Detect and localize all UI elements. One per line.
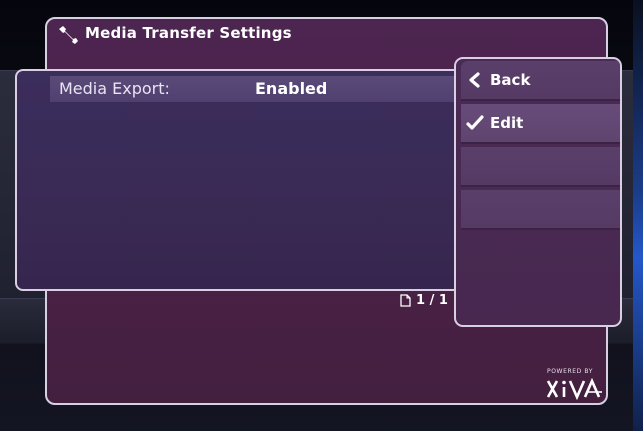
side-menu: Back Edit	[454, 57, 622, 327]
screen: Media Transfer Settings Media Export: En…	[0, 0, 643, 431]
menu-slot-empty-1	[461, 147, 620, 187]
list-item-media-export[interactable]: Media Export: Enabled	[50, 76, 470, 102]
settings-list: Media Export: Enabled	[15, 69, 475, 291]
menu-slot-empty-2	[461, 190, 620, 230]
window-title: Media Transfer Settings	[85, 24, 292, 42]
edit-button[interactable]: Edit	[461, 104, 620, 144]
setting-label: Media Export:	[59, 79, 170, 98]
logo-mark	[546, 378, 602, 400]
wrench-icon	[59, 26, 78, 44]
back-button-label: Back	[490, 71, 531, 89]
xiva-logo: POWERED BY	[545, 368, 605, 402]
logo-tagline: POWERED BY	[547, 368, 594, 375]
desktop-edge-strip	[633, 0, 643, 431]
checkmark-icon	[466, 115, 484, 130]
back-button[interactable]: Back	[461, 61, 620, 101]
setting-value: Enabled	[255, 79, 328, 98]
chevron-left-icon	[469, 72, 480, 88]
page-icon	[400, 294, 411, 307]
page-indicator: 1 / 1	[400, 293, 448, 308]
edit-button-label: Edit	[490, 114, 524, 132]
page-number: 1 / 1	[416, 293, 448, 308]
